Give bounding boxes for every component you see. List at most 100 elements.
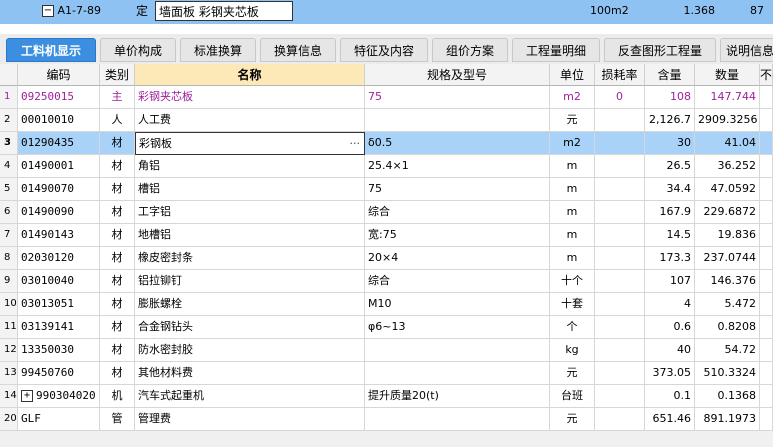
loss-rate-cell[interactable] (595, 132, 645, 155)
name-cell[interactable]: 彩钢夹芯板 (135, 86, 365, 109)
category-cell[interactable]: 材 (100, 316, 135, 339)
quantity-cell[interactable]: 41.04 (695, 132, 760, 155)
category-cell[interactable]: 材 (100, 247, 135, 270)
extra-cell[interactable] (760, 293, 773, 316)
spec-cell[interactable] (365, 109, 550, 132)
loss-rate-cell[interactable] (595, 109, 645, 132)
extra-cell[interactable] (760, 86, 773, 109)
name-cell[interactable]: 角铝 (135, 155, 365, 178)
table-row[interactable]: 12 13350030 材防水密封胶 kg 40 54.72 (0, 339, 773, 362)
table-row[interactable]: 11 03139141 材合金钢钻头 φ6~13 个 0.6 0.8208 (0, 316, 773, 339)
loss-rate-cell[interactable] (595, 316, 645, 339)
extra-cell[interactable] (760, 362, 773, 385)
content-cell[interactable]: 108 (645, 86, 695, 109)
quantity-cell[interactable]: 0.8208 (695, 316, 760, 339)
content-cell[interactable]: 167.9 (645, 201, 695, 224)
spec-cell[interactable]: 25.4×1 (365, 155, 550, 178)
loss-rate-cell[interactable]: 0 (595, 86, 645, 109)
loss-rate-cell[interactable] (595, 270, 645, 293)
loss-rate-cell[interactable] (595, 224, 645, 247)
content-cell[interactable]: 40 (645, 339, 695, 362)
extra-cell[interactable] (760, 270, 773, 293)
name-cell[interactable]: 槽铝 (135, 178, 365, 201)
name-cell[interactable]: 合金钢钻头 (135, 316, 365, 339)
extra-cell[interactable] (760, 224, 773, 247)
extra-cell[interactable] (760, 316, 773, 339)
code-cell[interactable]: 00010010 (18, 109, 100, 132)
table-row[interactable]: 5 01490070 材槽铝 75 m 34.4 47.0592 (0, 178, 773, 201)
category-cell[interactable]: 材 (100, 155, 135, 178)
category-cell[interactable]: 管 (100, 408, 135, 431)
unit-cell[interactable]: 元 (550, 109, 595, 132)
content-cell[interactable]: 173.3 (645, 247, 695, 270)
category-cell[interactable]: 主 (100, 86, 135, 109)
spec-cell[interactable]: 75 (365, 86, 550, 109)
content-cell[interactable]: 0.6 (645, 316, 695, 339)
table-row[interactable]: 20 GLF 管管理费 元 651.46 891.1973 (0, 408, 773, 431)
spec-cell[interactable]: 20×4 (365, 247, 550, 270)
spec-cell[interactable] (365, 339, 550, 362)
extra-cell[interactable] (760, 247, 773, 270)
category-cell[interactable]: 材 (100, 178, 135, 201)
table-row[interactable]: 7 01490143 材地槽铝 宽:75 m 14.5 19.836 (0, 224, 773, 247)
code-cell[interactable]: 01490070 (18, 178, 100, 201)
spec-cell[interactable]: 提升质量20(t) (365, 385, 550, 408)
category-cell[interactable]: 材 (100, 224, 135, 247)
extra-cell[interactable] (760, 155, 773, 178)
extra-cell[interactable] (760, 132, 773, 155)
loss-rate-cell[interactable] (595, 362, 645, 385)
code-cell[interactable]: +990304020 (18, 385, 100, 408)
unit-cell[interactable]: 十个 (550, 270, 595, 293)
name-cell[interactable]: 膨胀螺栓 (135, 293, 365, 316)
more-options-icon[interactable]: ··· (350, 133, 361, 154)
code-cell[interactable]: 03013051 (18, 293, 100, 316)
name-cell[interactable]: 汽车式起重机 (135, 385, 365, 408)
category-cell[interactable]: 材 (100, 362, 135, 385)
table-row[interactable]: 3 01290435 材彩钢板 ··· δ0.5 m2 30 41.04 (0, 132, 773, 155)
header-name[interactable]: 名称 (135, 64, 365, 86)
tab-conversion-info[interactable]: 换算信息 (260, 38, 336, 62)
quantity-cell[interactable]: 229.6872 (695, 201, 760, 224)
unit-cell[interactable]: m2 (550, 86, 595, 109)
extra-cell[interactable] (760, 178, 773, 201)
spec-cell[interactable]: M10 (365, 293, 550, 316)
spec-cell[interactable]: 宽:75 (365, 224, 550, 247)
table-row[interactable]: 1 09250015 主彩钢夹芯板 75 m2 0 108 147.744 (0, 86, 773, 109)
table-row[interactable]: 10 03013051 材膨胀螺栓 M10 十套 4 5.472 (0, 293, 773, 316)
unit-cell[interactable]: m (550, 201, 595, 224)
code-cell[interactable]: 01490090 (18, 201, 100, 224)
unit-cell[interactable]: kg (550, 339, 595, 362)
code-cell[interactable]: GLF (18, 408, 100, 431)
quantity-cell[interactable]: 19.836 (695, 224, 760, 247)
name-cell[interactable]: 铝拉铆钉 (135, 270, 365, 293)
name-cell[interactable]: 彩钢板 ··· (135, 132, 365, 155)
table-row[interactable]: 13 99450760 材其他材料费 元 373.05 510.3324 (0, 362, 773, 385)
table-row[interactable]: 9 03010040 材铝拉铆钉 综合 十个 107 146.376 (0, 270, 773, 293)
loss-rate-cell[interactable] (595, 155, 645, 178)
quota-name-input[interactable]: 墙面板 彩钢夹芯板 (155, 1, 293, 21)
name-cell[interactable]: 其他材料费 (135, 362, 365, 385)
header-spec[interactable]: 规格及型号 (365, 64, 550, 86)
loss-rate-cell[interactable] (595, 178, 645, 201)
header-extra[interactable]: 不 (760, 64, 773, 86)
header-unit[interactable]: 单位 (550, 64, 595, 86)
table-row[interactable]: 14 +990304020 机汽车式起重机 提升质量20(t) 台班 0.1 0.1368 (0, 385, 773, 408)
code-cell[interactable]: 01490001 (18, 155, 100, 178)
unit-cell[interactable]: m (550, 155, 595, 178)
quota-row[interactable]: − A1-7-89 定 墙面板 彩钢夹芯板 100m2 1.368 87 (0, 0, 773, 24)
content-cell[interactable]: 373.05 (645, 362, 695, 385)
unit-cell[interactable]: m (550, 224, 595, 247)
loss-rate-cell[interactable] (595, 293, 645, 316)
quantity-cell[interactable]: 146.376 (695, 270, 760, 293)
header-category[interactable]: 类别 (100, 64, 135, 86)
spec-cell[interactable]: δ0.5 (365, 132, 550, 155)
table-row[interactable]: 8 02030120 材橡皮密封条 20×4 m 173.3 237.0744 (0, 247, 773, 270)
content-cell[interactable]: 0.1 (645, 385, 695, 408)
name-cell[interactable]: 橡皮密封条 (135, 247, 365, 270)
unit-cell[interactable]: m (550, 178, 595, 201)
category-cell[interactable]: 人 (100, 109, 135, 132)
expand-icon[interactable]: + (21, 390, 33, 402)
header-content[interactable]: 含量 (645, 64, 695, 86)
header-quantity[interactable]: 数量 (695, 64, 760, 86)
spec-cell[interactable] (365, 362, 550, 385)
